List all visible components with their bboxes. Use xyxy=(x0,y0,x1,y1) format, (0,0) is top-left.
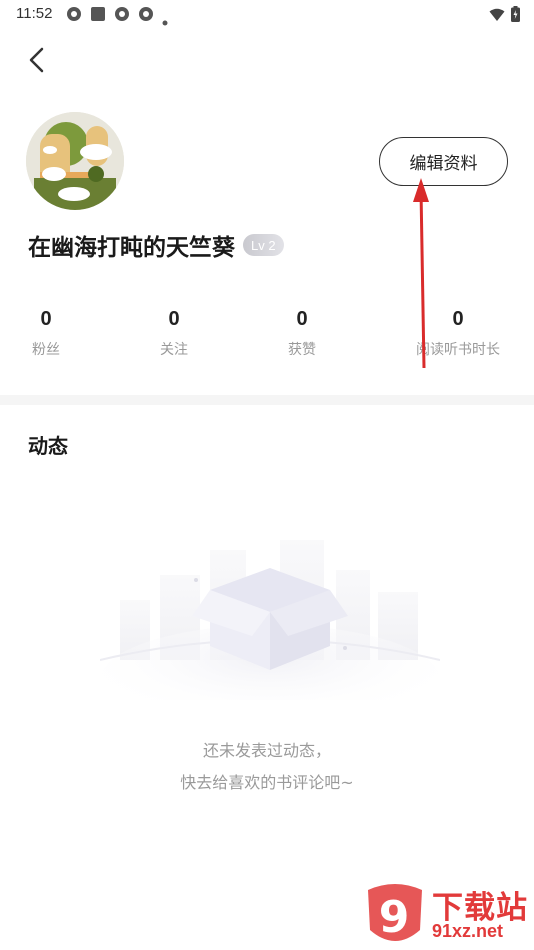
watermark-url: 91xz.net xyxy=(432,921,504,941)
app-notification-icon xyxy=(66,6,82,22)
stat-label: 阅读听书时长 xyxy=(416,342,500,358)
watermark-logo-text: 9 xyxy=(379,892,410,943)
system-icons xyxy=(489,6,520,26)
empty-box-illustration xyxy=(99,520,441,735)
stat-value: 0 xyxy=(296,308,308,330)
stat-label: 粉丝 xyxy=(32,342,60,358)
empty-state-line-1: 还未发表过动态， xyxy=(202,741,331,760)
username-row: 在幽海打盹的天竺葵 Lv 2 xyxy=(28,228,284,262)
stat-reading-time[interactable]: 0 阅读听书时长 xyxy=(416,308,500,359)
status-time: 11:52 xyxy=(16,5,53,22)
username: 在幽海打盹的天竺葵 xyxy=(28,235,235,261)
stat-followers[interactable]: 0 粉丝 xyxy=(32,308,60,359)
stat-label: 关注 xyxy=(160,342,188,358)
wifi-icon xyxy=(489,7,505,26)
empty-state-line-2: 快去给喜欢的书评论吧~ xyxy=(180,773,354,792)
stat-value: 0 xyxy=(452,308,464,330)
stat-label: 获赞 xyxy=(288,342,316,358)
avatar[interactable] xyxy=(26,112,124,210)
feed-title: 动态 xyxy=(28,434,68,458)
battery-icon xyxy=(511,6,520,26)
dot-icon xyxy=(162,11,168,26)
status-bar: 11:52 xyxy=(0,0,534,28)
app-notification-icon xyxy=(138,6,154,22)
section-divider xyxy=(0,395,534,405)
watermark-title: 下载站 xyxy=(432,890,528,926)
back-button[interactable] xyxy=(22,44,54,76)
watermark-logo-icon: 9 xyxy=(368,884,422,943)
stat-following[interactable]: 0 关注 xyxy=(160,308,188,359)
level-badge: Lv 2 xyxy=(243,234,284,256)
stat-value: 0 xyxy=(168,308,180,330)
notification-icons xyxy=(66,6,168,26)
stat-likes[interactable]: 0 获赞 xyxy=(288,308,316,359)
stat-value: 0 xyxy=(40,308,52,330)
app-notification-icon xyxy=(114,6,130,22)
chevron-left-icon xyxy=(29,47,44,73)
watermark: 9 下载站 91xz.net xyxy=(360,880,534,950)
edit-profile-button[interactable]: 编辑资料 xyxy=(379,137,508,186)
square-icon xyxy=(90,6,106,22)
stats-row: 0 粉丝 0 关注 0 获赞 0 阅读听书时长 xyxy=(0,308,534,368)
